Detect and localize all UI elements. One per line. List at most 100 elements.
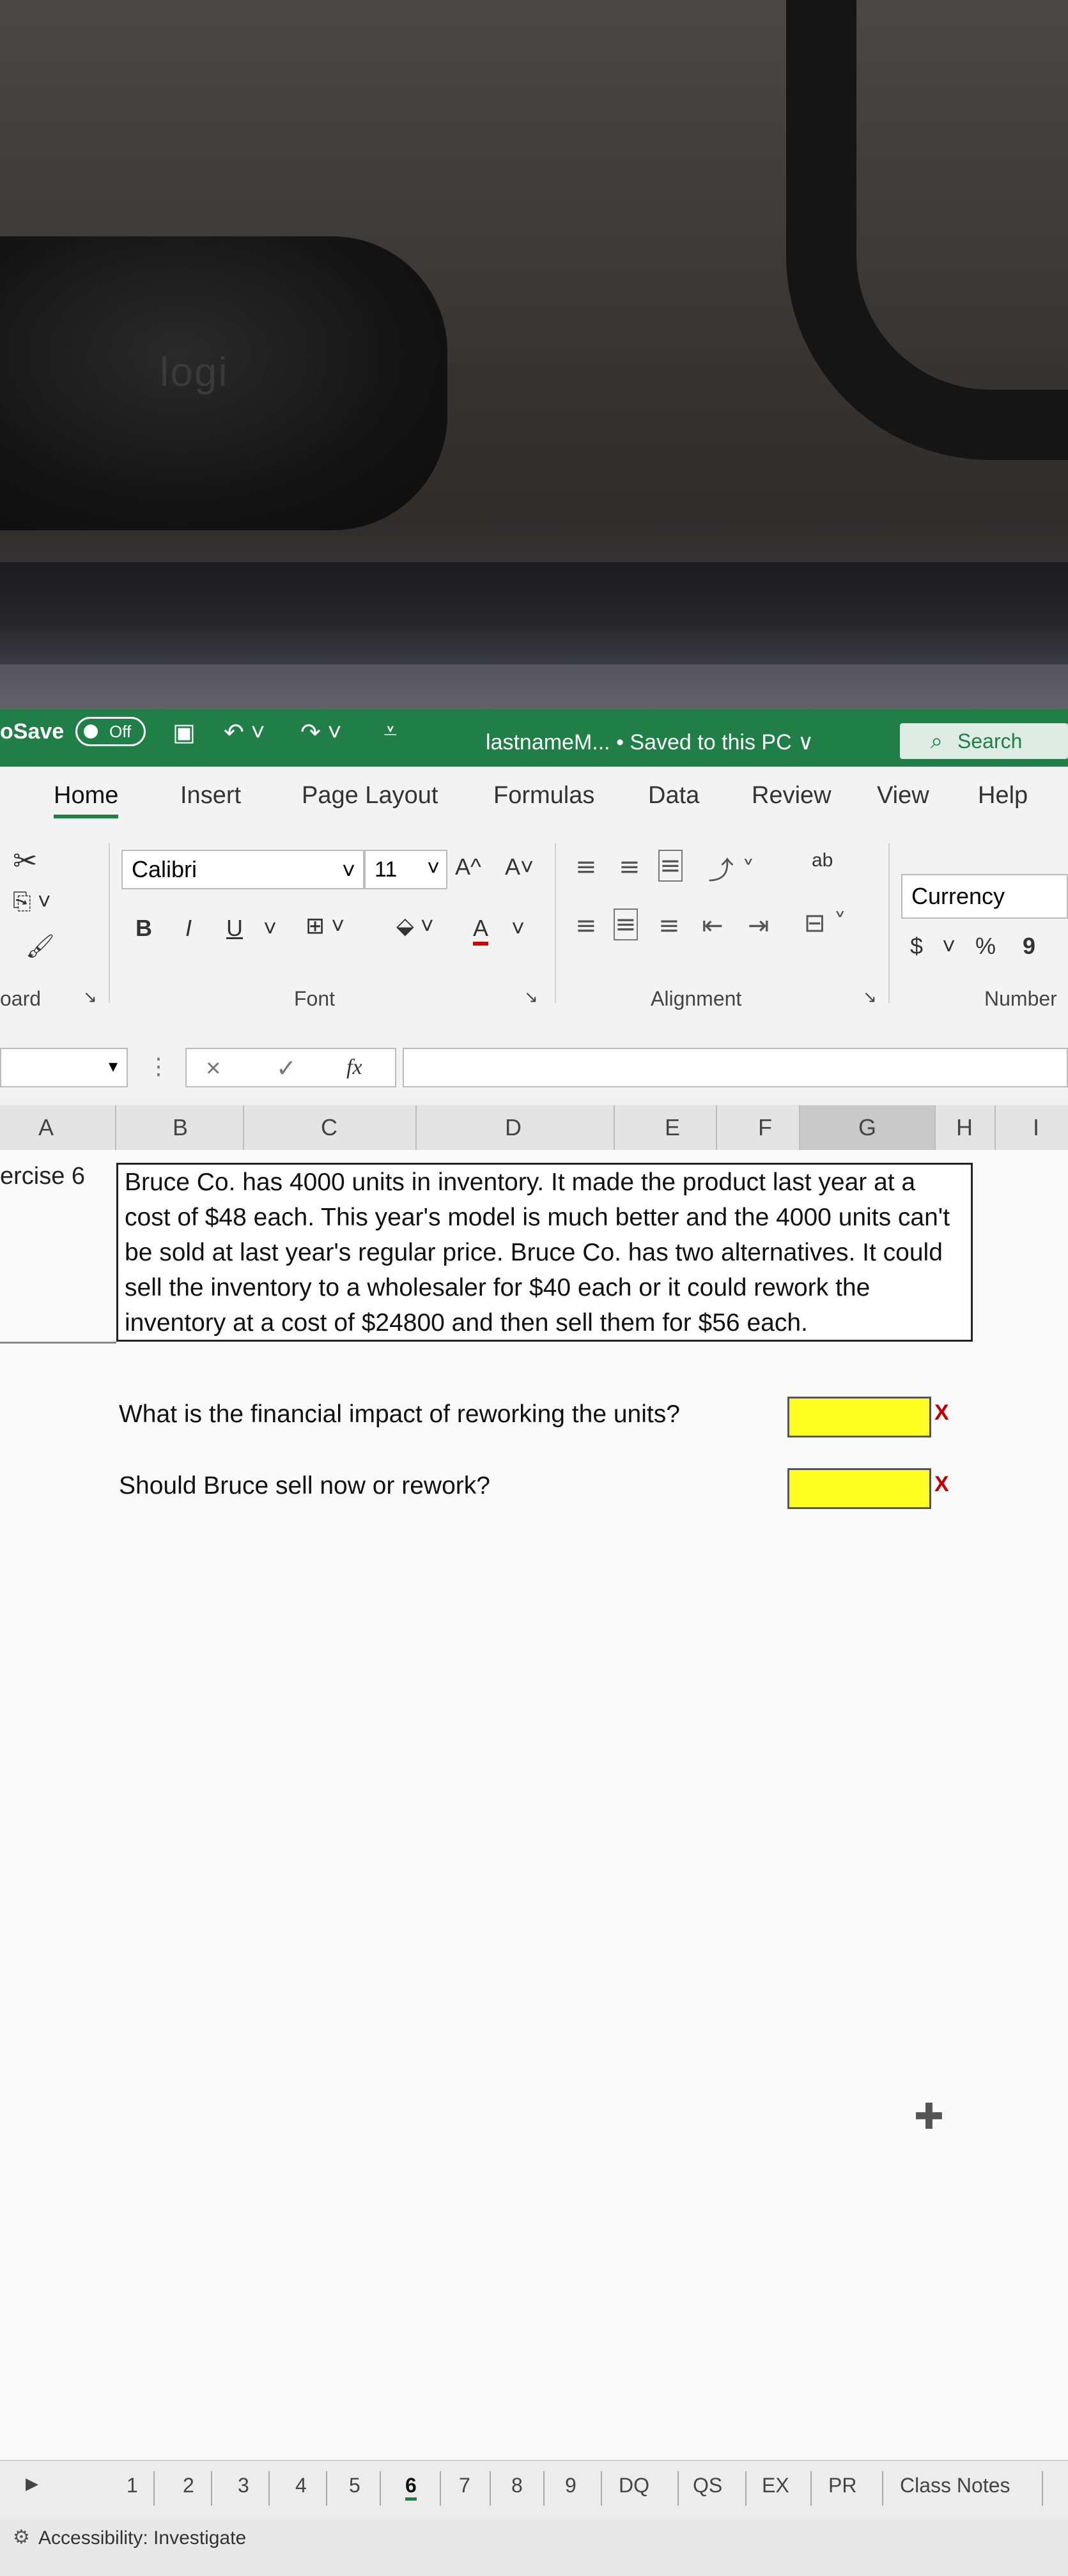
align-center-icon[interactable]: ≡ (614, 908, 638, 940)
sheet-tab-6[interactable]: 6 (405, 2474, 417, 2501)
clipboard-launcher-icon[interactable]: ↘ (83, 987, 97, 1007)
problem-line: be sold at last year's regular price. Br… (125, 1239, 943, 1266)
font-launcher-icon[interactable]: ↘ (524, 987, 538, 1007)
sheet-tab-pr[interactable]: PR (828, 2474, 856, 2497)
file-name[interactable]: lastnameM... • Saved to this PC ∨ (486, 730, 814, 755)
more-options-icon[interactable]: ⋮ (147, 1053, 170, 1080)
divider (1042, 2471, 1043, 2506)
tab-insert[interactable]: Insert (180, 782, 241, 809)
name-box[interactable]: ▾ (0, 1048, 128, 1087)
problem-line: Bruce Co. has 4000 units in inventory. I… (125, 1169, 916, 1196)
answer-cell-sell-or-rework[interactable] (787, 1468, 931, 1509)
underline-dropdown-icon[interactable]: ˅ (263, 915, 277, 942)
font-name-dropdown[interactable]: Calibri ˅ (121, 850, 364, 889)
column-header-i[interactable]: I (1033, 1114, 1039, 1141)
sheet-tab-8[interactable]: 8 (511, 2474, 523, 2497)
sheet-tab-4[interactable]: 4 (295, 2474, 307, 2497)
divider (882, 2471, 883, 2506)
tab-page-layout[interactable]: Page Layout (302, 782, 438, 809)
accounting-dropdown-icon[interactable]: ˅ (942, 933, 956, 960)
cancel-icon[interactable]: × (206, 1054, 221, 1083)
align-bottom-icon[interactable]: ≡ (658, 850, 683, 882)
sheet-tab-2[interactable]: 2 (183, 2474, 194, 2497)
formula-input[interactable] (403, 1048, 1068, 1087)
format-painter-icon[interactable]: 🖌 (26, 933, 55, 960)
font-color-button[interactable]: A (473, 915, 489, 946)
search-box[interactable]: ⌕ Search (900, 723, 1068, 759)
merge-center-icon[interactable]: ⊟ ˅ (804, 908, 846, 938)
column-header-a[interactable]: A (38, 1114, 54, 1141)
column-header-g[interactable]: G (800, 1105, 934, 1150)
bold-button[interactable]: B (135, 915, 152, 942)
problem-text-cell[interactable]: Bruce Co. has 4000 units in inventory. I… (116, 1163, 973, 1342)
align-top-icon[interactable]: ≡ (575, 852, 597, 882)
sheet-tab-7[interactable]: 7 (459, 2474, 470, 2497)
grow-font-button[interactable]: A^ (455, 854, 481, 880)
fill-color-icon[interactable]: ⬙ ˅ (396, 912, 434, 939)
comma-style-button[interactable]: 9 (1023, 933, 1035, 960)
undo-icon[interactable]: ↶ ˅ (224, 718, 265, 747)
accounting-format-button[interactable]: $ (910, 933, 923, 960)
font-size-dropdown[interactable]: 11 ˅ (364, 850, 447, 889)
alignment-group-label: Alignment (651, 987, 742, 1010)
font-name-value: Calibri (132, 856, 197, 882)
wrap-text-icon[interactable]: ab (812, 850, 833, 871)
font-color-dropdown-icon[interactable]: ˅ (511, 915, 525, 942)
sheet-tab-qs[interactable]: QS (693, 2474, 722, 2497)
sheet-tab-dq[interactable]: DQ (619, 2474, 649, 2497)
excel-window: oSave Off ▣ ↶ ˅ ↷ ˅ ⩡ lastnameM... • Sav… (0, 709, 1068, 2576)
sheet-tab-9[interactable]: 9 (565, 2474, 577, 2497)
insert-function-icon[interactable]: fx (346, 1055, 362, 1080)
column-header-d[interactable]: D (505, 1114, 522, 1141)
divider (810, 2471, 812, 2506)
save-icon[interactable]: ▣ (173, 718, 196, 747)
answer-cell-financial-impact[interactable] (787, 1397, 931, 1438)
autosave-toggle[interactable]: Off (75, 717, 146, 746)
scroll-tabs-icon[interactable]: ▶ (26, 2474, 38, 2494)
decrease-indent-icon[interactable]: ⇤ (702, 911, 724, 940)
problem-line: sell the inventory to a wholesaler for $… (125, 1274, 871, 1301)
underline-button[interactable]: U (226, 915, 243, 942)
sheet-tab-1[interactable]: 1 (127, 2474, 138, 2497)
tab-data[interactable]: Data (648, 782, 699, 809)
sheet-tab-3[interactable]: 3 (238, 2474, 249, 2497)
borders-icon[interactable]: ⊞ ˅ (306, 912, 344, 939)
alignment-launcher-icon[interactable]: ↘ (863, 987, 877, 1007)
column-header-e[interactable]: E (665, 1114, 680, 1141)
column-header-c[interactable]: C (321, 1114, 337, 1141)
accessibility-status[interactable]: Accessibility: Investigate (38, 2527, 246, 2549)
sheet-tab-ex[interactable]: EX (762, 2474, 789, 2497)
redo-icon[interactable]: ↷ ˅ (300, 718, 342, 747)
column-header-b[interactable]: B (173, 1114, 188, 1141)
worksheet-grid: ercise 6 Bruce Co. has 4000 units in inv… (0, 1150, 1068, 2466)
divider (490, 2471, 491, 2506)
customize-toolbar-icon[interactable]: ⩡ (383, 718, 397, 746)
column-header-h[interactable]: H (956, 1114, 973, 1141)
increase-indent-icon[interactable]: ⇥ (748, 911, 770, 940)
italic-button[interactable]: I (185, 915, 192, 942)
divider (716, 1105, 717, 1150)
align-middle-icon[interactable]: ≡ (619, 852, 640, 882)
tab-view[interactable]: View (877, 782, 929, 809)
tab-review[interactable]: Review (752, 782, 832, 809)
cut-icon[interactable]: ✂ (13, 843, 38, 878)
number-format-dropdown[interactable]: Currency (901, 874, 1068, 919)
column-header-f[interactable]: F (758, 1114, 772, 1141)
exercise-label[interactable]: ercise 6 (0, 1163, 85, 1190)
tab-home[interactable]: Home (54, 782, 119, 818)
align-right-icon[interactable]: ≡ (658, 911, 680, 940)
sheet-tab-5[interactable]: 5 (349, 2474, 360, 2497)
copy-icon[interactable]: ⎘ ˅ (13, 888, 51, 916)
enter-icon[interactable]: ✓ (276, 1054, 297, 1083)
percent-style-button[interactable]: % (975, 933, 996, 960)
shrink-font-button[interactable]: A˅ (505, 854, 534, 880)
problem-line: cost of $48 each. This year's model is m… (125, 1204, 950, 1231)
incorrect-mark: X (934, 1400, 949, 1425)
divider (115, 1105, 116, 1150)
align-left-icon[interactable]: ≡ (575, 911, 597, 940)
sheet-tab-class-notes[interactable]: Class Notes (900, 2474, 1010, 2497)
orientation-icon[interactable]: ⤴ ˅ (708, 850, 755, 887)
divider (888, 843, 890, 1003)
tab-formulas[interactable]: Formulas (493, 782, 594, 809)
tab-help[interactable]: Help (978, 782, 1028, 809)
